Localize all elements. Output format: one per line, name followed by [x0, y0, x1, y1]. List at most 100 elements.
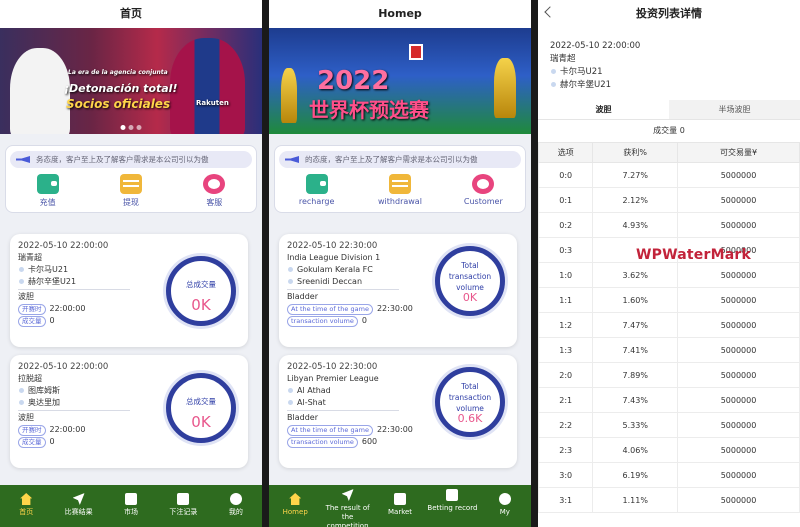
table-row[interactable]: 2:0 7.89% 5000000 [538, 362, 800, 388]
ring-value: 0K [191, 413, 211, 431]
tab-correct-score[interactable]: 波胆 [538, 100, 669, 119]
volume-label: transaction volume [287, 437, 358, 448]
profile-icon [498, 493, 511, 505]
headset-icon [203, 174, 226, 194]
home-screen-zh: 首页 La era de la agencia conjunta ¡Detona… [0, 0, 262, 527]
match-card[interactable]: 2022-05-10 22:00:00 拉脱超 图库姆斯 奥达里加 波胆 开赛时… [10, 355, 248, 468]
tab-market[interactable]: Market [374, 485, 426, 527]
notice-marquee[interactable]: 务态度，客户至上及了解客户需求是本公司引以为傲 [10, 151, 252, 168]
tab-home[interactable]: Homep [269, 485, 321, 527]
customer-service-button[interactable]: Customer [453, 174, 513, 206]
profit-cell: 7.43% [592, 387, 679, 413]
headset-icon [472, 174, 495, 194]
page-header: 投资列表详情 [538, 0, 800, 28]
tab-results[interactable]: The result of the competition [321, 485, 373, 527]
option-cell: 0:3 [538, 237, 594, 263]
match-time: 2022-05-10 22:00:00 [18, 241, 109, 251]
option-cell: 3:1 [538, 487, 594, 513]
tab-half-correct-score[interactable]: 半场波胆 [669, 100, 800, 119]
player-figure-right [170, 38, 245, 134]
kickoff-label: 开赛时 [18, 304, 46, 315]
volume-label: 成交量 [18, 316, 46, 327]
table-row[interactable]: 0:2 4.93% 5000000 [538, 212, 800, 238]
option-cell: 2:3 [538, 437, 594, 463]
wallet-icon [36, 174, 59, 194]
match-card[interactable]: 2022-05-10 22:00:00 瑞青超 卡尔马U21 赫尔辛堡U21 波… [10, 234, 248, 347]
recharge-label: 充值 [39, 198, 56, 207]
table-row[interactable]: 2:2 5.33% 5000000 [538, 412, 800, 438]
wallet-icon [305, 174, 328, 194]
match-card[interactable]: 2022-05-10 22:30:00 Libyan Premier Leagu… [279, 355, 517, 468]
banner-year: 2022 [317, 66, 390, 96]
volume-cell: 5000000 [677, 437, 800, 463]
notice-text: 的态度，客户至上及了解客户需求是本公司引以为傲 [305, 155, 478, 164]
total-volume-ring: Total transaction volume 0K [435, 246, 505, 316]
tab-my[interactable]: My [479, 485, 531, 527]
table-row[interactable]: 2:1 7.43% 5000000 [538, 387, 800, 413]
profile-icon [229, 493, 242, 505]
column-header-volume: 可交易量¥ [677, 142, 800, 163]
volume-value: 0 [49, 316, 55, 325]
table-row[interactable]: 1:1 1.60% 5000000 [538, 287, 800, 313]
league-name: 瑞青超 [550, 54, 576, 64]
player-figure-left [10, 48, 70, 134]
divider [18, 289, 130, 290]
table-row[interactable]: 2:3 4.06% 5000000 [538, 437, 800, 463]
recharge-button[interactable]: recharge [287, 174, 347, 206]
ring-value: 0.6K [457, 412, 483, 425]
table-row[interactable]: 3:1 1.11% 5000000 [538, 487, 800, 513]
withdraw-button[interactable]: 提现 [101, 174, 161, 208]
table-row[interactable]: 3:0 6.19% 5000000 [538, 462, 800, 488]
document-icon [446, 489, 459, 501]
profit-cell: 7.27% [592, 162, 679, 188]
page-title: Homep [269, 0, 531, 28]
banner-line-2: ¡Detonación total! [64, 82, 178, 95]
tab-label: The result of the competition [325, 504, 370, 527]
profit-cell: 7.41% [592, 337, 679, 363]
option-cell: 2:1 [538, 387, 594, 413]
back-arrow-icon[interactable] [544, 6, 556, 18]
kickoff-time: 22:30:00 [376, 425, 413, 434]
column-header-option: 选项 [538, 142, 594, 163]
tab-label: 比赛结果 [64, 508, 93, 516]
volume-label: transaction volume [287, 316, 358, 327]
option-cell: 0:2 [538, 212, 594, 238]
withdraw-label: 提现 [122, 198, 139, 207]
customer-service-button[interactable]: 客服 [184, 174, 244, 208]
table-header-row: 选项 获利% 可交易量¥ [538, 142, 800, 163]
cash-icon [119, 174, 142, 194]
kickoff-time: 22:00:00 [49, 425, 86, 434]
match-card[interactable]: 2022-05-10 22:30:00 India League Divisio… [279, 234, 517, 347]
table-row[interactable]: 1:2 7.47% 5000000 [538, 312, 800, 338]
tab-label: Betting record [427, 504, 478, 512]
table-row[interactable]: 1:3 7.41% 5000000 [538, 337, 800, 363]
tab-label: Homep [282, 508, 308, 516]
notice-marquee[interactable]: 的态度，客户至上及了解客户需求是本公司引以为傲 [279, 151, 521, 168]
ring-value: 0K [191, 296, 211, 314]
tab-betting-record[interactable]: Betting record [426, 485, 478, 527]
page-title: 首页 [0, 0, 262, 28]
chart-icon [125, 493, 138, 505]
recharge-button[interactable]: 充值 [18, 174, 78, 208]
kickoff-label: At the time of the game [287, 304, 373, 315]
volume-cell: 5000000 [677, 237, 800, 263]
tab-market[interactable]: 市场 [105, 485, 157, 527]
profit-cell: 7.47% [592, 312, 679, 338]
ring-value: 0K [462, 291, 478, 304]
table-row[interactable]: 0:0 7.27% 5000000 [538, 162, 800, 188]
table-row[interactable]: 1:0 3.62% 5000000 [538, 262, 800, 288]
carousel-dots[interactable] [120, 125, 142, 130]
table-row[interactable]: 0:3 5000000 [538, 237, 800, 263]
tab-betting-record[interactable]: 下注记录 [157, 485, 209, 527]
promo-banner[interactable]: 2022 世界杯预选赛 [269, 28, 531, 134]
tab-home[interactable]: 首页 [0, 485, 52, 527]
volume-text: 成交量 0 [653, 126, 685, 135]
volume-value: 0 [361, 316, 367, 325]
investment-detail-screen: 投资列表详情 2022-05-10 22:00:00 瑞青超 卡尔马U21 赫尔… [538, 0, 800, 527]
tab-my[interactable]: 我的 [210, 485, 262, 527]
withdraw-button[interactable]: withdrawal [370, 174, 430, 206]
table-row[interactable]: 0:1 2.12% 5000000 [538, 187, 800, 213]
tab-results[interactable]: 比赛结果 [52, 485, 104, 527]
divider [287, 410, 399, 411]
promo-banner[interactable]: La era de la agencia conjunta ¡Detonació… [0, 28, 262, 134]
